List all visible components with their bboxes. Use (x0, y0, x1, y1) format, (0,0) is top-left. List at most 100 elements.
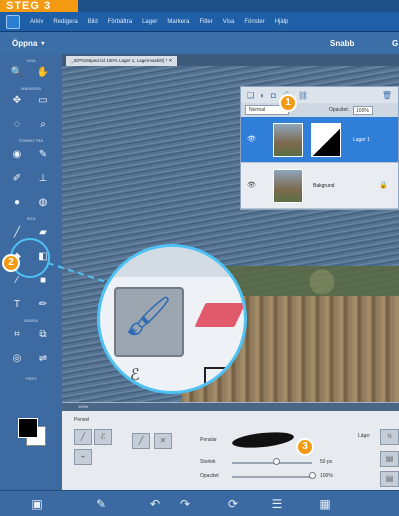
callout-badge-3: 3 (296, 438, 314, 456)
airbrush-toggle[interactable]: ╱ (132, 433, 150, 449)
opacity-input[interactable]: 100% (353, 105, 374, 115)
red-eye-tool-icon[interactable]: ◉ (10, 148, 24, 162)
layers-toolbar: ❑ ◐ ◘ 🔒 ⛓ 🗑 (241, 87, 398, 103)
layer-row-background[interactable]: 👁 Bakgrund 🔒 (241, 163, 398, 209)
spot-healing-tool-icon[interactable]: ✎ (36, 148, 50, 162)
smart-brush-tool-icon[interactable]: ✐ (10, 172, 24, 186)
menu-item-select[interactable]: Markera (167, 19, 189, 25)
new-layer-icon[interactable]: ❑ (247, 91, 254, 100)
brush-icon: 🖌 (124, 296, 173, 338)
menu-item-view[interactable]: Visa (223, 19, 235, 25)
mode-bar: Öppna ▾ Snabb G (0, 32, 399, 54)
size-slider-knob[interactable] (273, 458, 280, 465)
status-strip: 100% (62, 403, 399, 411)
layout-icon[interactable]: ☰ (268, 495, 286, 513)
toolbox-section-select: MARKERA (21, 86, 41, 91)
document-tab-label: _IGP0155ped.nd 100% Lager 1, Lagermask/8… (71, 58, 168, 63)
app-icon (6, 14, 20, 29)
brush-preset-label: Penslar (200, 437, 217, 443)
size-value: 50 px (320, 459, 333, 465)
link-layer-icon[interactable]: ⛓ (298, 91, 308, 100)
layer-name: Bakgrund (313, 183, 335, 189)
layer-lock-icon: 🔒 (379, 182, 388, 189)
visibility-eye-icon[interactable]: 👁 (247, 181, 256, 189)
crop-tool-icon[interactable]: ⌗ (10, 328, 24, 342)
open-button[interactable]: Öppna (12, 39, 37, 48)
pencil-tool-icon[interactable]: ✏ (36, 298, 50, 312)
tablet-settings-button[interactable]: ✕ (154, 433, 172, 449)
open-dropdown-icon[interactable]: ▾ (41, 40, 44, 47)
document-tab[interactable]: _IGP0155ped.nd 100% Lager 1, Lagermask/8… (66, 56, 178, 66)
eraser-tool-icon[interactable]: ▰ (36, 226, 50, 240)
add-mask-icon[interactable]: ◘ (271, 91, 276, 100)
toolbox-section-draw: RITA (26, 216, 36, 221)
size-slider-track[interactable] (232, 462, 312, 464)
redo-icon[interactable]: ↷ (176, 495, 194, 513)
opacity-label: Opacitet: (329, 107, 350, 113)
delete-layer-icon[interactable]: 🗑 (382, 91, 392, 100)
layer-name: Lager 1 (353, 137, 370, 143)
callout-badge-1: 1 (279, 94, 297, 112)
brush-mode-button[interactable]: ╱ (74, 429, 92, 445)
layer-thumbnail (273, 169, 303, 203)
color-replace-mode-button[interactable]: ⌁ (74, 449, 92, 465)
menu-item-window[interactable]: Fönster (244, 19, 264, 25)
zoom-tool-icon[interactable]: 🔍 (10, 66, 24, 80)
document-tab-close-icon[interactable]: ✕ (169, 58, 173, 63)
undo-icon[interactable]: ↶ (146, 495, 164, 513)
toolbox-section-color: FÄRG (25, 376, 37, 381)
task-bar: ▣ ✎ ↶ ↷ ⟳ ☰ ▦ (0, 490, 399, 516)
opacity-value: 100% (320, 473, 333, 479)
layer-mask-thumbnail[interactable] (311, 123, 341, 157)
rotate-icon[interactable]: ⟳ (224, 495, 242, 513)
toolbox-section-enhance: FÖRBÄTTRA (18, 138, 44, 143)
magnified-tool-view: 🖌 ℰ (97, 244, 247, 394)
brush-tool-icon[interactable]: ╱ (10, 226, 24, 240)
tool-options-icon[interactable]: ✎ (92, 495, 110, 513)
menu-item-help[interactable]: Hjälp (275, 19, 289, 25)
menu-item-enhance[interactable]: Förbättra (108, 19, 132, 25)
organizer-icon[interactable]: ▦ (316, 495, 334, 513)
menu-item-edit[interactable]: Redigera (53, 19, 77, 25)
adjustment-layer-icon[interactable]: ◐ (260, 91, 265, 100)
tablet-options-button[interactable]: ▤ (380, 471, 399, 487)
brush-preset-picker[interactable] (231, 429, 295, 451)
blur-tool-icon[interactable]: ● (10, 196, 24, 210)
tool-options-bar: 100% Pensel ╱ ℰ ⌁ ╱ ✕ Penslar Storlek 50… (62, 402, 399, 490)
mode-select[interactable]: N (380, 429, 399, 445)
brush-settings-button[interactable]: ▤ (380, 451, 399, 467)
opacity-slider-knob[interactable] (309, 472, 316, 479)
toolbox-section-view: VISA (26, 58, 36, 63)
foreground-color-swatch[interactable] (18, 418, 38, 438)
menu-item-file[interactable]: Arkiv (30, 19, 43, 25)
quick-selection-tool-icon[interactable]: ⌕ (36, 118, 50, 132)
menu-item-filter[interactable]: Filter (199, 19, 212, 25)
mode-guided-tab[interactable]: G (392, 39, 398, 48)
recompose-tool-icon[interactable]: ⧉ (36, 328, 50, 342)
callout-badge-2: 2 (2, 254, 20, 272)
menu-item-layer[interactable]: Lager (142, 19, 157, 25)
sponge-tool-icon[interactable]: ◍ (36, 196, 50, 210)
menu-item-image[interactable]: Bild (88, 19, 98, 25)
eraser-icon (194, 303, 244, 327)
menu-bar: Arkiv Redigera Bild Förbättra Lager Mark… (0, 12, 399, 32)
visibility-eye-icon[interactable]: 👁 (247, 135, 256, 143)
mode-label: Läge: (358, 433, 371, 439)
marquee-tool-icon[interactable]: ▭ (36, 94, 50, 108)
magnified-panel-top (100, 247, 244, 277)
move-tool-icon[interactable]: ✥ (10, 94, 24, 108)
document-tab-bar: _IGP0155ped.nd 100% Lager 1, Lagermask/8… (62, 54, 399, 66)
hand-tool-icon[interactable]: ✋ (36, 66, 50, 80)
clone-stamp-tool-icon[interactable]: ⊥ (36, 172, 50, 186)
content-aware-move-tool-icon[interactable]: ◎ (10, 352, 24, 366)
text-tool-icon[interactable]: T (10, 298, 24, 312)
mode-quick-tab[interactable]: Snabb (330, 39, 354, 48)
lasso-tool-icon[interactable]: ◌ (10, 118, 24, 132)
zoom-readout: 100% (78, 404, 89, 409)
straighten-tool-icon[interactable]: ⇌ (36, 352, 50, 366)
opacity-slider-track[interactable] (232, 476, 312, 478)
layer-row-layer1[interactable]: 👁 Lager 1 (241, 117, 398, 163)
impressionist-mode-button[interactable]: ℰ (94, 429, 112, 445)
impressionist-brush-icon: ℰ (130, 367, 140, 384)
photo-bin-icon[interactable]: ▣ (28, 495, 46, 513)
